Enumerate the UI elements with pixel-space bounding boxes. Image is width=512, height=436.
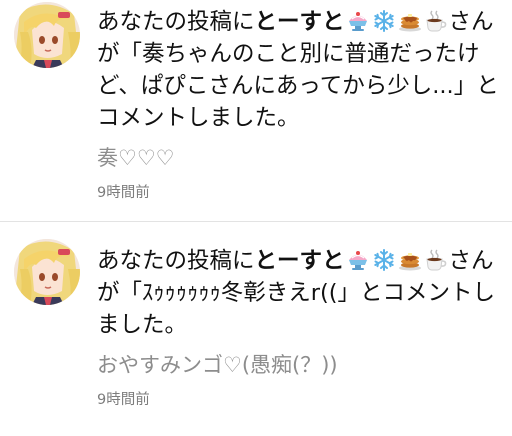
hot-beverage-icon	[424, 9, 448, 33]
notification-item[interactable]: あなたの投稿にとーすと さんが「ｽｩｩｩｩｩｩ冬彰きえr((」とコメントしました。…	[0, 221, 512, 436]
hot-beverage-icon	[424, 248, 448, 272]
notification-item[interactable]: あなたの投稿にとーすと さんが「奏ちゃんのこと別に普通だったけど、ぱぴこさんにあっ…	[0, 0, 512, 221]
avatar[interactable]	[14, 2, 80, 68]
shaved-ice-icon	[346, 9, 370, 33]
snowflake-icon	[372, 248, 396, 272]
snowflake-icon	[372, 9, 396, 33]
message-prefix: あなたの投稿に	[97, 248, 255, 274]
avatar[interactable]	[14, 239, 80, 305]
notification-message: あなたの投稿にとーすと さんが「ｽｩｩｩｩｩｩ冬彰きえr((」とコメントしました。	[97, 245, 499, 341]
shaved-ice-icon	[346, 248, 370, 272]
comment-preview: 奏♡♡♡	[97, 146, 175, 170]
notification-message: あなたの投稿にとーすと さんが「奏ちゃんのこと別に普通だったけど、ぱぴこさんにあっ…	[97, 6, 499, 134]
notification-feed: あなたの投稿にとーすと さんが「奏ちゃんのこと別に普通だったけど、ぱぴこさんにあっ…	[0, 0, 512, 436]
comment-preview: おやすみンゴ♡(愚痴(？))	[97, 353, 338, 377]
message-prefix: あなたの投稿に	[97, 9, 255, 35]
timestamp: 9時間前	[97, 392, 150, 408]
user-name[interactable]: とーすと	[255, 248, 345, 274]
pancakes-icon	[398, 248, 422, 272]
user-name[interactable]: とーすと	[255, 9, 345, 35]
notification-body: あなたの投稿にとーすと さんが「奏ちゃんのこと別に普通だったけど、ぱぴこさんにあっ…	[97, 6, 499, 203]
timestamp: 9時間前	[97, 185, 150, 201]
notification-body: あなたの投稿にとーすと さんが「ｽｩｩｩｩｩｩ冬彰きえr((」とコメントしました。…	[97, 245, 499, 410]
pancakes-icon	[398, 9, 422, 33]
